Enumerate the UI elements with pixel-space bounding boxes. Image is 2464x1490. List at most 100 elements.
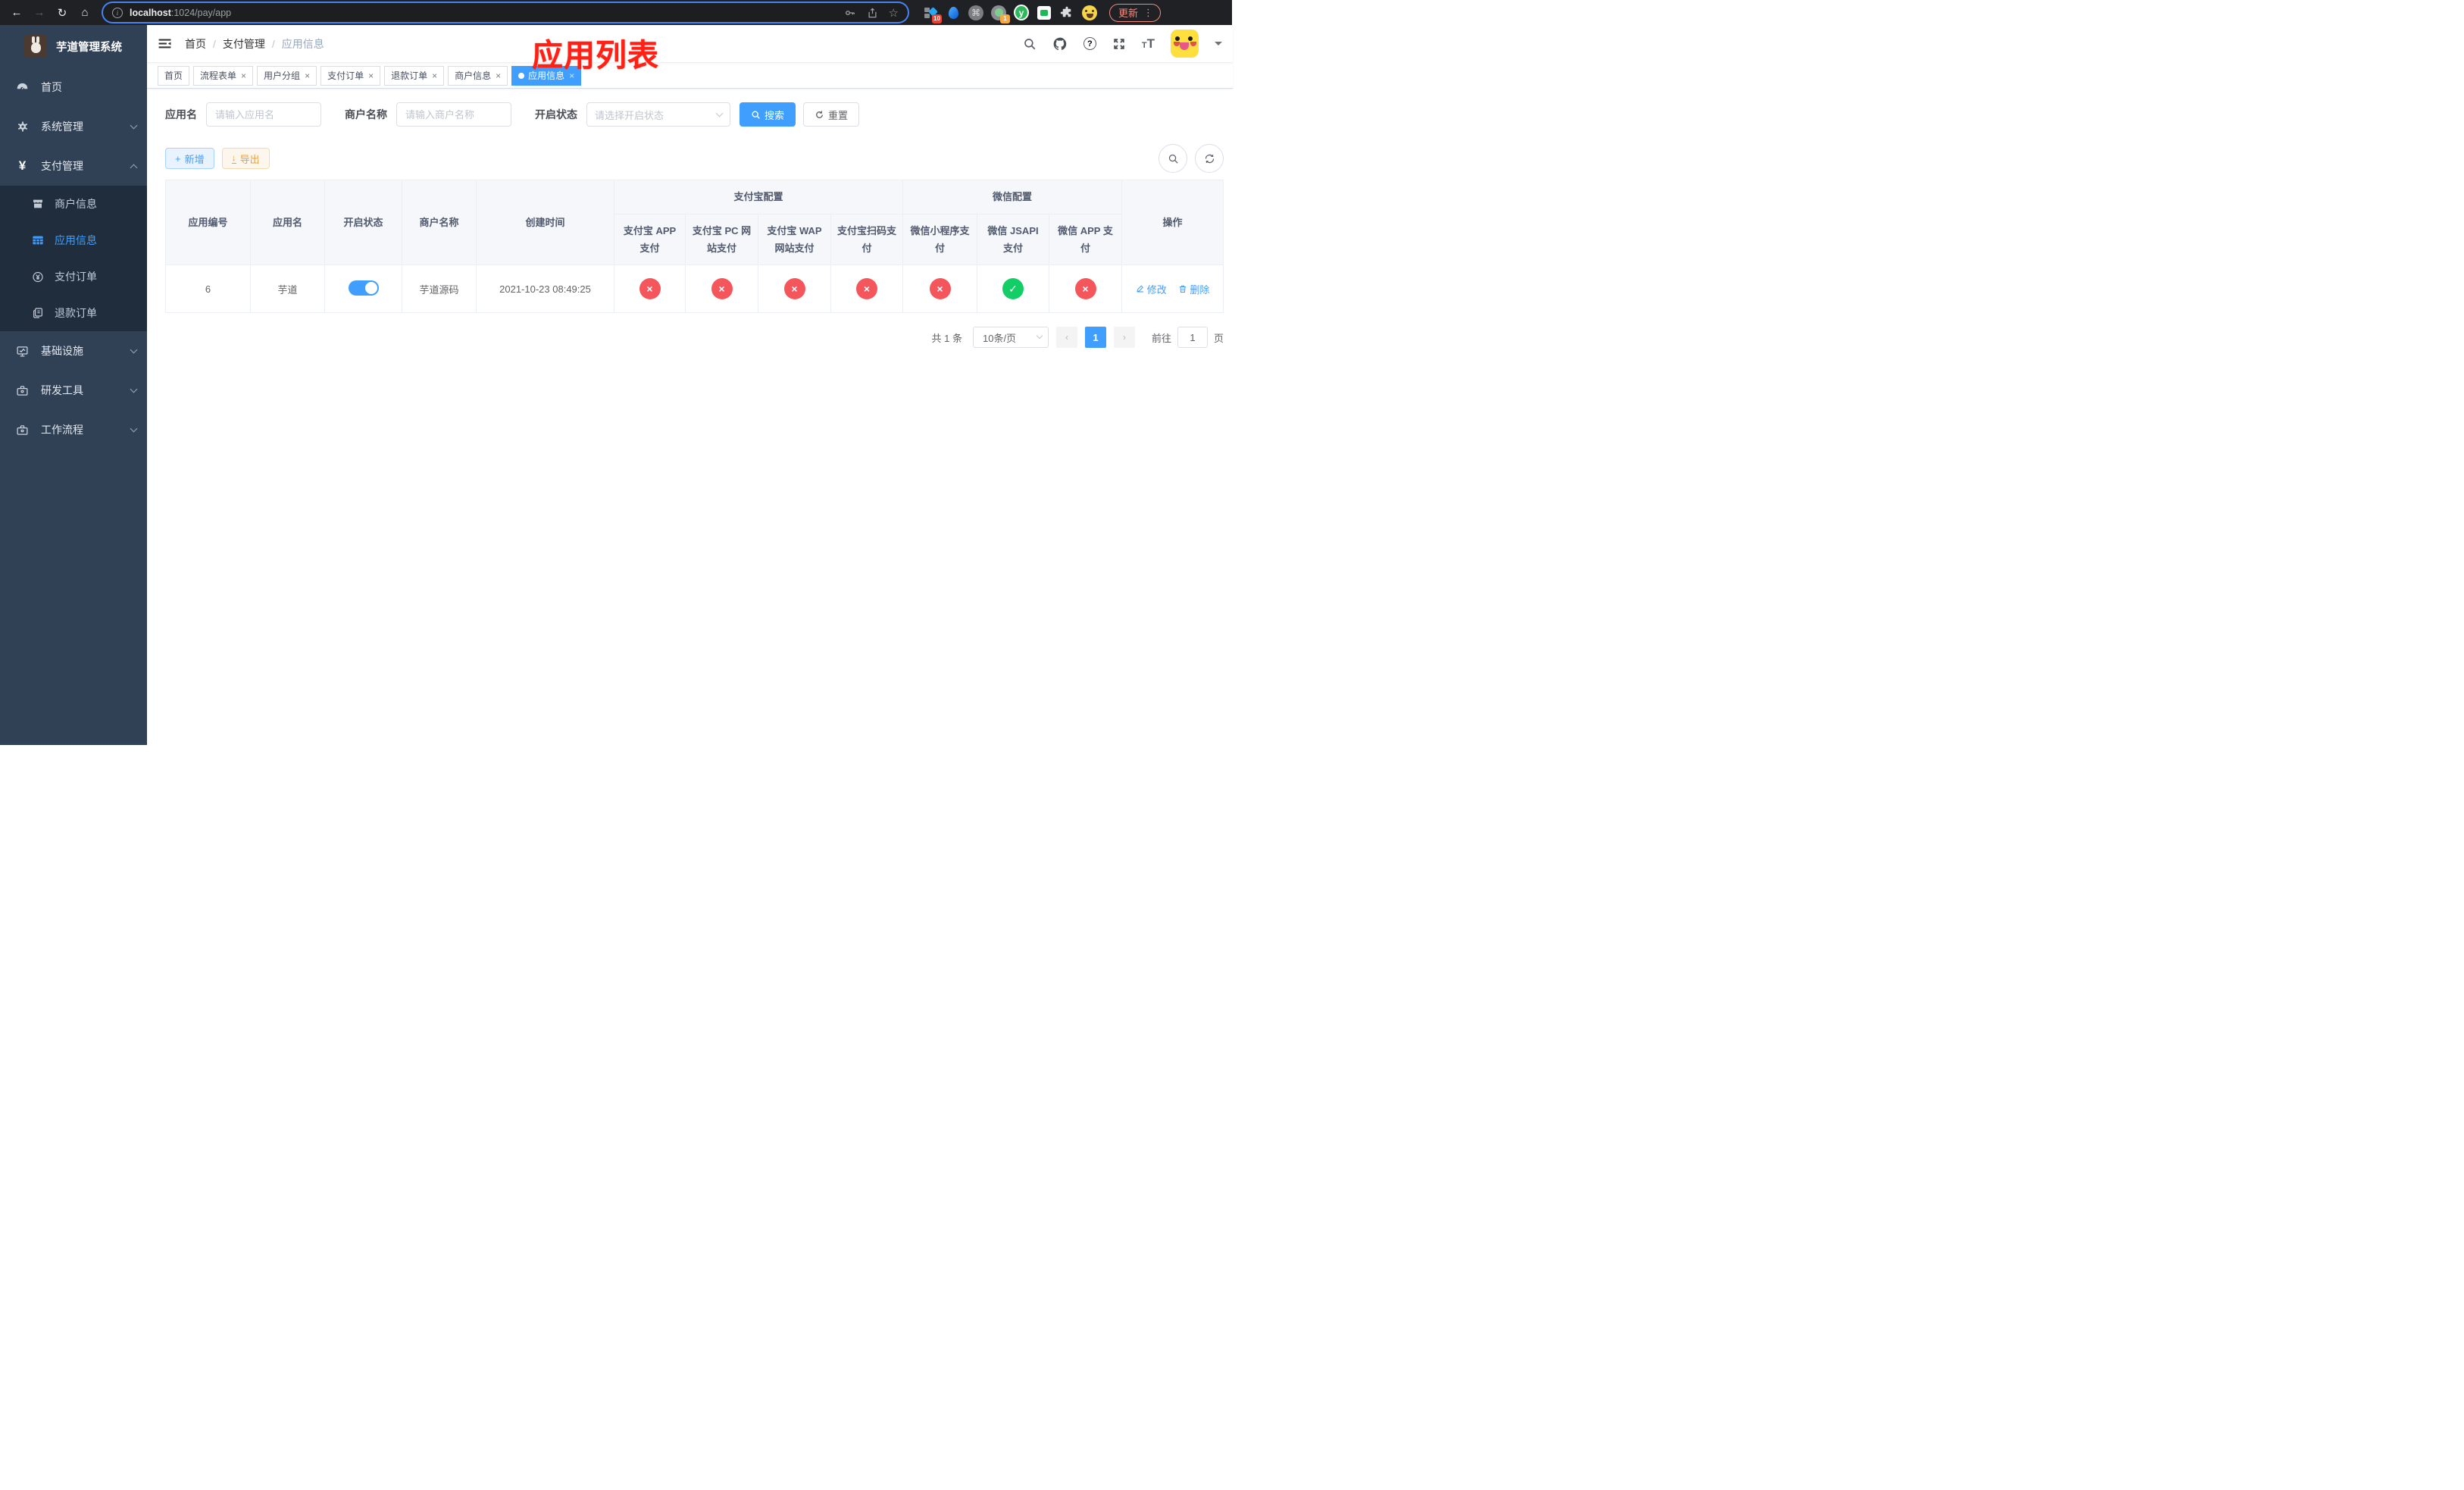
add-button[interactable]: + 新增 (165, 148, 214, 169)
search-button[interactable]: 搜索 (740, 102, 796, 127)
plus-icon: + (175, 152, 181, 164)
sidebar-item-system[interactable]: 系统管理 (0, 107, 147, 146)
tab-pay-orders[interactable]: 支付订单 × (321, 65, 381, 86)
address-bar[interactable]: i localhost:1024/pay/app ☆ (103, 3, 908, 22)
cell-created: 2021-10-23 08:49:25 (476, 265, 614, 313)
fullscreen-icon[interactable] (1112, 37, 1126, 51)
merchant-name-input[interactable] (396, 102, 511, 127)
page-number-1[interactable]: 1 (1084, 327, 1106, 348)
col-alipay-qr: 支付宝扫码支付 (830, 214, 904, 265)
app-name-input[interactable] (206, 102, 321, 127)
col-group-wechat: 微信配置 (902, 180, 1123, 214)
recorder-extension-icon[interactable]: 1 (991, 5, 1010, 23)
alipay-qr-status-icon: × (856, 278, 877, 299)
sidepanel-extension-icon[interactable]: 10 (923, 5, 942, 23)
pay-order-icon (32, 271, 44, 283)
close-icon[interactable]: × (368, 70, 374, 81)
tab-process-form[interactable]: 流程表单 × (193, 65, 254, 86)
sidebar-item-dev-tools[interactable]: 研发工具 (0, 371, 147, 410)
prev-page-button[interactable]: ‹ (1055, 327, 1077, 348)
goto-page-input[interactable] (1177, 327, 1208, 348)
goto-suffix-label: 页 (1214, 332, 1224, 344)
chevron-down-icon (715, 109, 724, 117)
chat-extension-icon[interactable] (1037, 5, 1052, 20)
delete-button[interactable]: 删除 (1178, 282, 1209, 296)
font-size-icon[interactable]: TT (1142, 37, 1155, 50)
refresh-button[interactable] (1195, 144, 1224, 173)
user-avatar[interactable] (1171, 30, 1199, 58)
close-icon[interactable]: × (305, 70, 310, 81)
share-icon[interactable] (867, 7, 878, 19)
close-icon[interactable]: × (496, 70, 501, 81)
avatar-caret-icon[interactable] (1215, 42, 1223, 49)
command-extension-icon[interactable]: ⌘ (968, 5, 983, 20)
app-name-label: 应用名 (165, 108, 197, 121)
close-icon[interactable]: × (241, 70, 246, 81)
page-content: 应用名 商户名称 开启状态 请选择开启状态 搜索 重置 (147, 89, 1233, 745)
extension-badge: 1 (1000, 14, 1010, 23)
page-annotation-title: 应用列表 (532, 38, 659, 73)
col-app-name: 应用名 (250, 180, 325, 265)
tab-user-group[interactable]: 用户分组 × (257, 65, 317, 86)
col-status: 开启状态 (324, 180, 402, 265)
page-size-select[interactable]: 10条/页 (972, 327, 1049, 348)
sidebar-item-pay-orders[interactable]: 支付订单 (0, 258, 147, 295)
tab-refund-orders[interactable]: 退款订单 × (384, 65, 445, 86)
site-info-icon[interactable]: i (112, 7, 123, 18)
browser-reload-icon[interactable]: ↻ (53, 4, 71, 22)
extension-badge: 10 (932, 14, 942, 23)
sidebar-item-infrastructure[interactable]: 基础设施 (0, 331, 147, 371)
col-wechat-mini: 微信小程序支付 (902, 214, 978, 265)
emoji-extension-icon[interactable] (1082, 5, 1097, 20)
breadcrumb-home[interactable]: 首页 (185, 36, 206, 52)
breadcrumb-section[interactable]: 支付管理 (223, 36, 265, 52)
sidebar: 芋道管理系统 首页 系统管理 ¥ 支付管理 商户信息 应用信息 支付订单 退款订… (0, 25, 147, 745)
sidebar-item-app-info[interactable]: 应用信息 (0, 222, 147, 258)
browser-home-icon[interactable]: ⌂ (76, 4, 94, 22)
alipay-pc-status-icon: × (711, 278, 733, 299)
github-icon[interactable] (1052, 36, 1068, 52)
cell-app-name: 芋道 (250, 265, 325, 313)
extensions-puzzle-icon[interactable] (1059, 5, 1074, 20)
url-text[interactable]: localhost:1024/pay/app (130, 8, 833, 18)
chevron-down-icon (130, 385, 138, 393)
help-icon[interactable]: ? (1083, 37, 1096, 50)
hamburger-icon[interactable] (158, 36, 173, 52)
reset-button[interactable]: 重置 (803, 102, 860, 127)
tab-merchant-info[interactable]: 商户信息 × (448, 65, 508, 86)
toggle-search-button[interactable] (1159, 144, 1188, 173)
col-alipay-wap: 支付宝 WAP 网站支付 (758, 214, 831, 265)
sidebar-item-merchant-info[interactable]: 商户信息 (0, 186, 147, 222)
header-search-icon[interactable] (1023, 37, 1037, 51)
sidebar-item-payment[interactable]: ¥ 支付管理 (0, 146, 147, 186)
browser-update-button[interactable]: 更新 ⋮ (1109, 3, 1162, 22)
browser-forward-icon[interactable]: → (30, 4, 48, 22)
tab-home[interactable]: 首页 (158, 65, 190, 86)
y-extension-icon[interactable]: y (1014, 5, 1029, 20)
refund-icon (32, 307, 44, 319)
col-merchant: 商户名称 (402, 180, 477, 265)
chevron-down-icon (130, 121, 138, 129)
status-select[interactable]: 请选择开启状态 (586, 102, 730, 127)
browser-back-icon[interactable]: ← (8, 4, 26, 22)
app-logo[interactable]: 芋道管理系统 (0, 25, 147, 67)
close-icon[interactable]: × (432, 70, 437, 81)
chevron-up-icon (130, 164, 138, 171)
edit-button[interactable]: 修改 (1136, 282, 1167, 296)
bookmark-star-icon[interactable]: ☆ (889, 6, 899, 20)
goto-prefix-label: 前往 (1151, 332, 1171, 344)
password-key-icon[interactable] (844, 7, 856, 19)
next-page-button[interactable]: › (1113, 327, 1135, 348)
dashboard-icon (16, 81, 29, 94)
chevron-down-icon (1036, 332, 1043, 340)
kite-extension-icon[interactable] (946, 5, 961, 20)
browser-menu-icon[interactable]: ⋮ (1143, 7, 1153, 19)
top-navbar: 首页 / 支付管理 / 应用信息 ? TT (147, 25, 1234, 63)
sidebar-item-workflow[interactable]: 工作流程 (0, 410, 147, 449)
sidebar-item-refund-orders[interactable]: 退款订单 (0, 295, 147, 331)
status-switch[interactable] (348, 280, 379, 296)
monitor-icon (16, 345, 29, 358)
sidebar-item-home[interactable]: 首页 (0, 67, 147, 107)
col-group-alipay: 支付宝配置 (613, 180, 904, 214)
export-button[interactable]: ↓ 导出 (221, 148, 270, 169)
